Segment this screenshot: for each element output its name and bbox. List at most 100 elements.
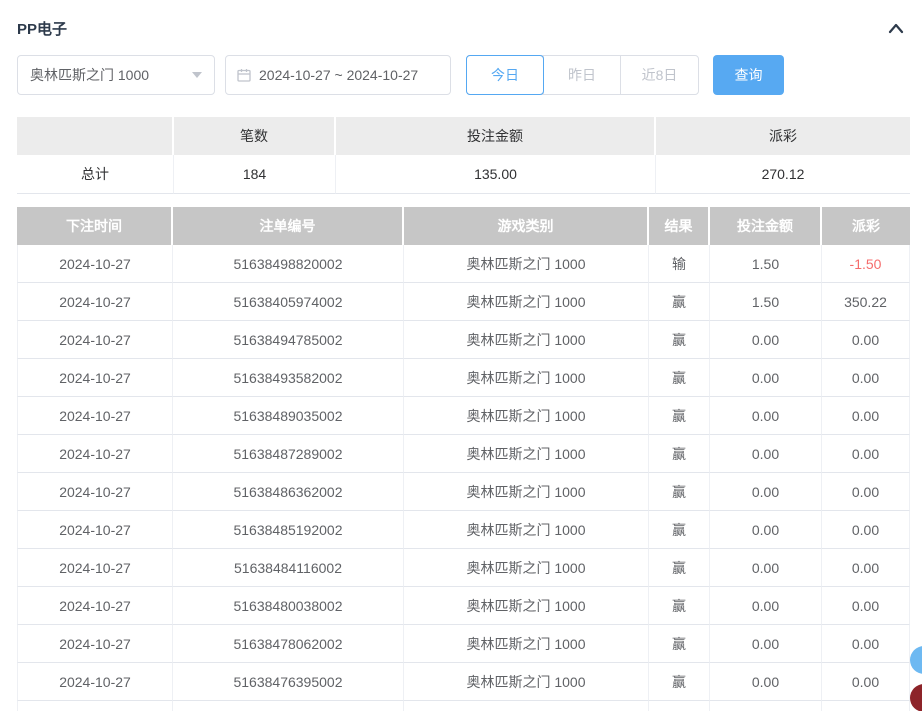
- cell-game-type: 奥林匹斯之门 1000: [404, 321, 649, 359]
- cell-bet-amount: 1.50: [710, 283, 822, 321]
- cell-bet-amount: 0.00: [710, 359, 822, 397]
- table-row: 2024-10-2751638494785002奥林匹斯之门 1000赢0.00…: [17, 321, 910, 359]
- cell-result: 赢: [649, 549, 710, 587]
- col-bet-amount: 投注金额: [710, 207, 822, 245]
- query-button[interactable]: 查询: [713, 55, 784, 95]
- cell-bet-id: 51638494785002: [173, 321, 404, 359]
- cell-result: 赢: [649, 321, 710, 359]
- cell-payout: -1.50: [822, 245, 910, 283]
- cell-bet-amount: [710, 701, 822, 711]
- cell-bet-time: 2024-10-27: [17, 245, 173, 283]
- cell-bet-id: [173, 701, 404, 711]
- cell-result: 赢: [649, 397, 710, 435]
- cell-bet-amount: 0.00: [710, 397, 822, 435]
- quick-button-0[interactable]: 今日: [467, 56, 544, 94]
- table-row: 2024-10-2751638486362002奥林匹斯之门 1000赢0.00…: [17, 473, 910, 511]
- summary-count-value: 184: [174, 155, 336, 194]
- cell-payout: 0.00: [822, 321, 910, 359]
- summary-total-label: 总计: [17, 155, 174, 194]
- cell-bet-amount: 0.00: [710, 473, 822, 511]
- quick-button-1[interactable]: 昨日: [544, 56, 621, 94]
- col-game-type: 游戏类别: [404, 207, 649, 245]
- cell-game-type: 奥林匹斯之门 1000: [404, 549, 649, 587]
- cell-bet-amount: 0.00: [710, 587, 822, 625]
- cell-payout: 0.00: [822, 435, 910, 473]
- collapse-chevron-up-icon[interactable]: [886, 19, 906, 39]
- cell-bet-amount: 0.00: [710, 549, 822, 587]
- cell-result: 赢: [649, 663, 710, 701]
- cell-bet-amount: 0.00: [710, 321, 822, 359]
- cell-payout: 0.00: [822, 587, 910, 625]
- cell-payout: 0.00: [822, 625, 910, 663]
- cell-bet-time: 2024-10-27: [17, 397, 173, 435]
- cell-payout: 0.00: [822, 359, 910, 397]
- cell-bet-id: 51638480038002: [173, 587, 404, 625]
- cell-bet-time: 2024-10-27: [17, 473, 173, 511]
- table-row: 2024-10-2751638484116002奥林匹斯之门 1000赢0.00…: [17, 549, 910, 587]
- cell-bet-amount: 0.00: [710, 511, 822, 549]
- calendar-icon: [236, 67, 252, 83]
- floating-widget-blue-button[interactable]: [910, 646, 922, 674]
- cell-bet-time: 2024-10-27: [17, 321, 173, 359]
- cell-game-type: 奥林匹斯之门 1000: [404, 245, 649, 283]
- table-row: 2024-10-2751638478062002奥林匹斯之门 1000赢0.00…: [17, 625, 910, 663]
- page-title: PP电子: [17, 18, 67, 39]
- col-bet-id: 注单编号: [173, 207, 404, 245]
- quick-button-2[interactable]: 近8日: [621, 56, 698, 94]
- date-range-value: 2024-10-27 ~ 2024-10-27: [259, 67, 418, 83]
- cell-game-type: 奥林匹斯之门 1000: [404, 625, 649, 663]
- col-payout: 派彩: [822, 207, 910, 245]
- cell-game-type: 奥林匹斯之门 1000: [404, 435, 649, 473]
- floating-widget-red-button[interactable]: [910, 684, 922, 711]
- cell-payout: 0.00: [822, 397, 910, 435]
- summary-table: 笔数 投注金额 派彩 总计 184 135.00 270.12: [17, 117, 910, 194]
- cell-game-type: 奥林匹斯之门 1000: [404, 283, 649, 321]
- filter-bar: 奥林匹斯之门 1000 2024-10-27 ~ 2024-10-27 今日昨日…: [17, 55, 922, 95]
- cell-bet-time: 2024-10-27: [17, 283, 173, 321]
- col-bet-time: 下注时间: [17, 207, 173, 245]
- cell-result: [649, 701, 710, 711]
- cell-bet-time: 2024-10-27: [17, 663, 173, 701]
- bets-table: 下注时间 注单编号 游戏类别 结果 投注金额 派彩 2024-10-275163…: [17, 207, 910, 711]
- summary-payout-value: 270.12: [656, 155, 910, 194]
- cell-game-type: 奥林匹斯之门 1000: [404, 663, 649, 701]
- cell-payout: 0.00: [822, 511, 910, 549]
- cell-payout: 0.00: [822, 663, 910, 701]
- cell-result: 赢: [649, 283, 710, 321]
- cell-payout: [822, 701, 910, 711]
- cell-game-type: 奥林匹斯之门 1000: [404, 587, 649, 625]
- quick-date-buttons: 今日昨日近8日: [466, 55, 699, 95]
- cell-payout: 0.00: [822, 549, 910, 587]
- cell-bet-time: 2024-10-27: [17, 625, 173, 663]
- summary-col-payout: 派彩: [656, 117, 910, 155]
- cell-game-type: 奥林匹斯之门 1000: [404, 359, 649, 397]
- cell-payout: 0.00: [822, 473, 910, 511]
- cell-result: 赢: [649, 587, 710, 625]
- table-row-partial: [17, 701, 910, 711]
- cell-bet-time: 2024-10-27: [17, 511, 173, 549]
- cell-bet-time: 2024-10-27: [17, 435, 173, 473]
- cell-bet-id: 51638493582002: [173, 359, 404, 397]
- summary-row: 总计 184 135.00 270.12: [17, 155, 910, 194]
- table-row: 2024-10-2751638493582002奥林匹斯之门 1000赢0.00…: [17, 359, 910, 397]
- game-select[interactable]: 奥林匹斯之门 1000: [17, 55, 215, 95]
- cell-result: 赢: [649, 625, 710, 663]
- cell-result: 赢: [649, 435, 710, 473]
- panel-header: PP电子: [0, 0, 922, 39]
- cell-game-type: 奥林匹斯之门 1000: [404, 473, 649, 511]
- summary-col-bet-amount: 投注金额: [336, 117, 656, 155]
- date-range-picker[interactable]: 2024-10-27 ~ 2024-10-27: [225, 55, 451, 95]
- cell-result: 赢: [649, 473, 710, 511]
- cell-bet-time: 2024-10-27: [17, 549, 173, 587]
- cell-bet-time: [17, 701, 173, 711]
- cell-bet-id: 51638486362002: [173, 473, 404, 511]
- summary-col-count: 笔数: [174, 117, 336, 155]
- cell-result: 赢: [649, 511, 710, 549]
- cell-bet-amount: 0.00: [710, 625, 822, 663]
- cell-game-type: [404, 701, 649, 711]
- col-result: 结果: [649, 207, 710, 245]
- table-row: 2024-10-2751638405974002奥林匹斯之门 1000赢1.50…: [17, 283, 910, 321]
- cell-game-type: 奥林匹斯之门 1000: [404, 397, 649, 435]
- table-row: 2024-10-2751638476395002奥林匹斯之门 1000赢0.00…: [17, 663, 910, 701]
- cell-bet-id: 51638485192002: [173, 511, 404, 549]
